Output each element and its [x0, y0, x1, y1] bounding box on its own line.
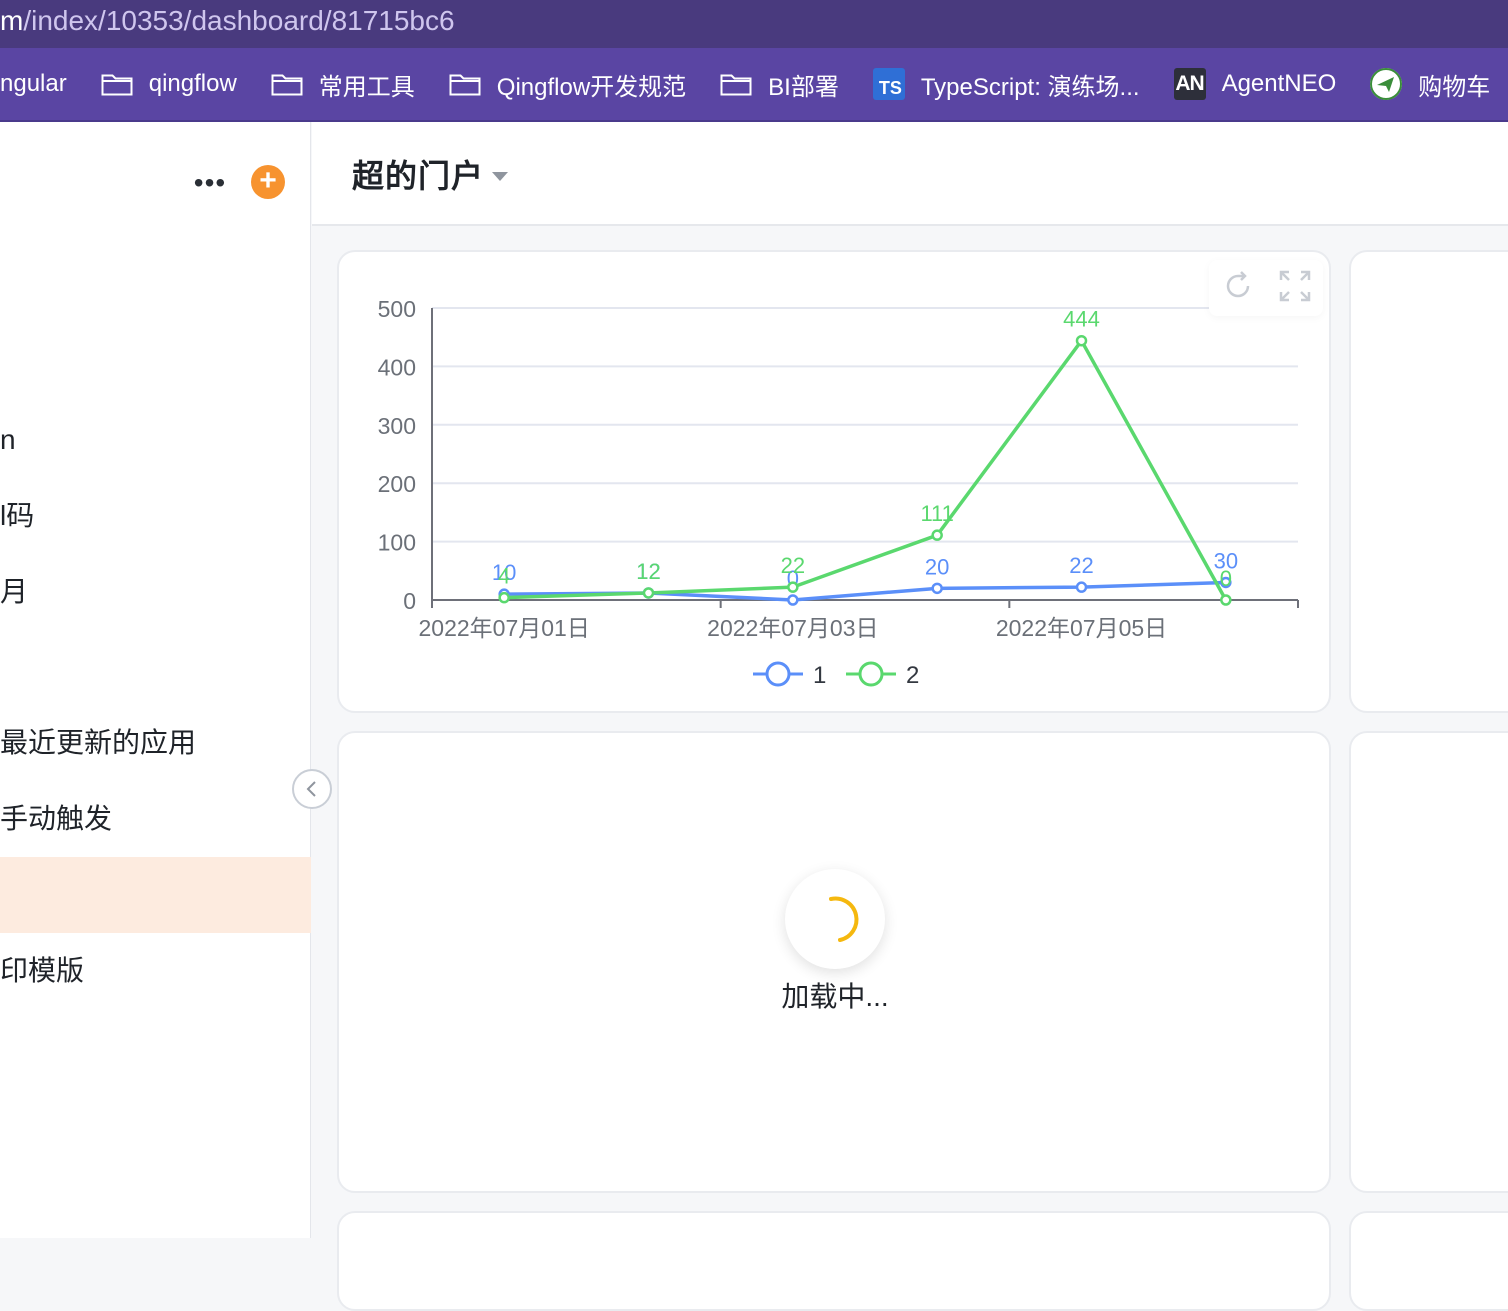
sidebar-item-label: 最近更新的应用 [0, 727, 197, 758]
sidebar-item-label: 印模版 [0, 955, 85, 986]
sidebar-item-label: 手动触发 [0, 803, 113, 834]
fullscreen-icon[interactable] [1277, 268, 1313, 309]
more-icon[interactable]: ••• [193, 166, 227, 200]
y-tick-label: 0 [403, 588, 416, 614]
data-point [1075, 581, 1088, 593]
bookmark-label: Qingflow开发规范 [496, 73, 687, 101]
y-tick-label: 100 [378, 530, 416, 556]
legend-marker [765, 661, 791, 687]
widget-card [337, 1211, 1331, 1311]
collapse-sidebar-button[interactable] [292, 769, 332, 809]
data-label: 22 [1069, 553, 1093, 578]
sidebar-item-recent-apps[interactable]: 最近更新的应用 [0, 705, 311, 781]
data-label: 4 [498, 564, 510, 589]
sidebar-item[interactable]: l码 [0, 478, 311, 554]
add-button[interactable]: + [251, 165, 285, 199]
chart-widget: 0 100 200 300 400 500 2022年07月01日 2022年07月03日 20… [337, 250, 1331, 713]
dashboard-header: 超的门户 [312, 122, 1508, 226]
bookmark-cart[interactable]: 购物车 [1370, 67, 1490, 102]
legend-marker [858, 661, 884, 687]
agentneo-icon: AN [1173, 68, 1206, 100]
series-line-1 [504, 580, 1226, 602]
bookmark-qingflow[interactable]: qingflow [101, 70, 237, 98]
widget-card [1349, 250, 1508, 713]
data-point [1220, 594, 1232, 606]
send-icon [1370, 68, 1403, 100]
data-label: 111 [920, 501, 953, 526]
portal-title[interactable]: 超的门户 [352, 156, 484, 196]
data-point [1075, 334, 1088, 347]
data-point [931, 582, 943, 595]
data-point [787, 594, 799, 606]
folder-icon [271, 72, 303, 96]
widget-toolbar [1209, 260, 1323, 316]
loading-spinner [785, 869, 885, 969]
series-line-2 [504, 338, 1228, 601]
chevron-left-icon [306, 781, 316, 797]
legend-label: 1 [813, 662, 826, 689]
bookmark-agentneo[interactable]: AN AgentNEO [1173, 68, 1337, 100]
bookmark-angular[interactable]: ngular [0, 70, 67, 98]
y-tick-label: 200 [378, 471, 416, 497]
caret-down-icon[interactable] [492, 172, 508, 181]
address-bar[interactable]: m/index/10353/dashboard/81715bc6 [0, 0, 1508, 48]
sidebar-item-label: n [0, 424, 16, 455]
sidebar-item-manual-trigger[interactable]: 手动触发 [0, 781, 311, 857]
data-label: 12 [636, 559, 660, 584]
y-tick-label: 300 [378, 413, 416, 439]
x-tick-label: 2022年07月03日 [707, 615, 878, 641]
widget-card [1349, 731, 1508, 1193]
data-point [787, 581, 799, 593]
bookmark-label: qingflow [148, 70, 237, 97]
bookmark-label: BI部署 [768, 73, 839, 101]
url-host: m [0, 5, 24, 36]
sidebar: ••• + n l码 月 最近更新的应用 手动触发 印模版 [0, 122, 311, 1238]
bookmark-label: ngular [0, 70, 67, 97]
x-tick-label: 2022年07月01日 [418, 615, 589, 641]
typescript-icon: TS [872, 68, 905, 100]
loading-widget: 加载中... [337, 731, 1331, 1193]
bookmark-label: 购物车 [1418, 73, 1491, 101]
y-tick-label: 500 [378, 296, 416, 322]
bookmark-label: AgentNEO [1221, 70, 1337, 97]
data-label: 444 [1063, 307, 1100, 332]
data-label: 0 [1220, 566, 1232, 591]
sidebar-item-label: l码 [0, 500, 35, 531]
bookmark-label: TypeScript: 演练场... [920, 73, 1140, 101]
bookmark-label: 常用工具 [318, 73, 415, 101]
data-point [498, 591, 510, 604]
sidebar-item-print-template[interactable]: 印模版 [0, 933, 311, 1009]
folder-icon [101, 72, 133, 96]
line-chart: 01002003004005002022年07月01日 2022年07月03日 20… [378, 296, 1299, 689]
legend-label: 2 [906, 662, 919, 689]
sidebar-item-active[interactable] [0, 857, 311, 933]
loading-text: 加载中... [781, 981, 889, 1012]
folder-icon [449, 72, 481, 96]
folder-icon [720, 72, 752, 96]
refresh-icon[interactable] [1220, 268, 1256, 309]
bookmark-tools[interactable]: 常用工具 [271, 67, 415, 102]
data-point [931, 529, 943, 541]
bookmark-typescript[interactable]: TS TypeScript: 演练场... [872, 67, 1140, 102]
data-label: 22 [781, 553, 805, 578]
sidebar-item-label: 月 [0, 576, 29, 607]
data-point [642, 587, 655, 599]
x-tick-label: 2022年07月05日 [996, 615, 1167, 641]
y-tick-label: 400 [378, 354, 416, 380]
sidebar-item[interactable]: 月 [0, 554, 311, 630]
url-path: /index/10353/dashboard/81715bc6 [23, 5, 455, 36]
widget-card [1349, 1211, 1508, 1311]
data-label: 20 [925, 554, 949, 579]
bookmark-bi-deploy[interactable]: BI部署 [720, 67, 839, 102]
bookmarks-bar: ngular qingflow 常用工具 Qingflow开发规范 BI部署 T… [0, 48, 1508, 122]
sidebar-item[interactable]: n [0, 402, 311, 478]
bookmark-qingflow-spec[interactable]: Qingflow开发规范 [449, 67, 686, 102]
